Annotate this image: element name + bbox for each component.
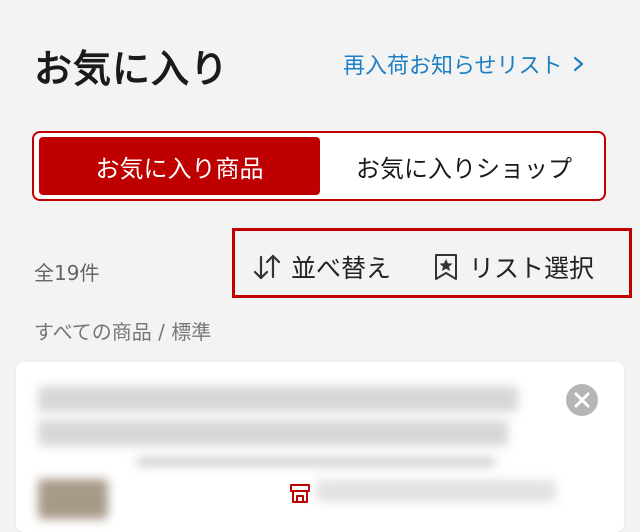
bookmark-star-icon — [435, 254, 457, 280]
list-actions: 並べ替え リスト選択 — [232, 228, 632, 298]
item-title-line-3 — [136, 458, 496, 466]
tab-favorite-shops[interactable]: お気に入りショップ — [324, 137, 604, 195]
item-title-line-1 — [38, 386, 518, 412]
sort-label: 並べ替え — [291, 254, 392, 283]
sort-arrows-icon — [253, 254, 281, 280]
chevron-right-icon — [573, 56, 583, 72]
list-select-label: リスト選択 — [469, 254, 595, 283]
restock-list-link[interactable]: 再入荷お知らせリスト — [343, 48, 585, 80]
item-count: 全19件 — [34, 261, 100, 285]
tab-favorite-items[interactable]: お気に入り商品 — [39, 137, 320, 195]
restock-link-label: 再入荷お知らせリスト — [343, 54, 563, 79]
remove-favorite-button[interactable] — [566, 384, 598, 416]
filter-label: すべての商品 / 標準 — [34, 320, 212, 344]
favorite-item-card[interactable] — [16, 362, 624, 532]
shop-icon — [290, 484, 310, 503]
close-icon — [574, 392, 590, 408]
sort-button[interactable]: 並べ替え — [253, 249, 391, 285]
page-title: お気に入り — [34, 47, 230, 91]
favorites-tabs: お気に入り商品 お気に入りショップ — [32, 131, 606, 201]
item-title-line-2 — [38, 420, 508, 446]
list-select-button[interactable]: リスト選択 — [433, 249, 594, 285]
item-thumbnail[interactable] — [38, 479, 108, 519]
shop-name-line — [316, 480, 556, 502]
